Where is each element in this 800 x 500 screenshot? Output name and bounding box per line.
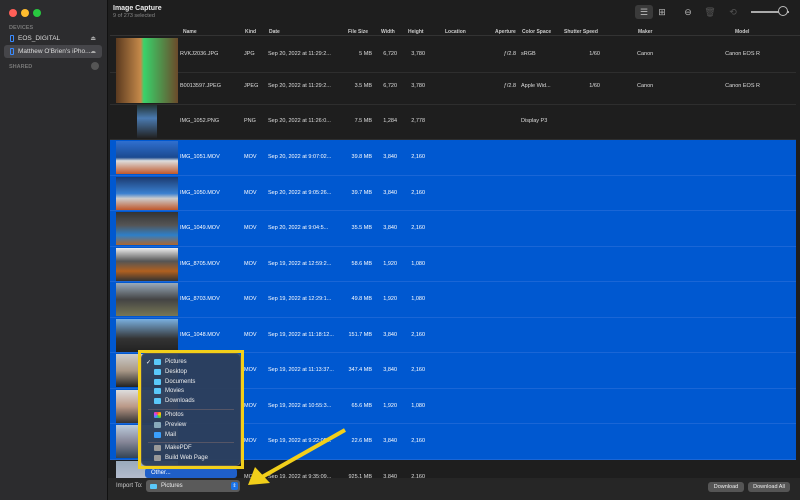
annotation-arrow bbox=[248, 428, 346, 485]
arrow-shaft bbox=[261, 428, 346, 479]
